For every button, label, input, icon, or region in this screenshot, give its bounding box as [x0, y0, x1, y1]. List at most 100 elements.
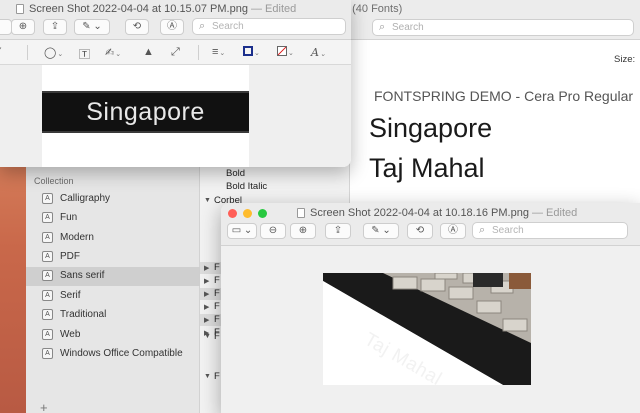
window-title-filename: Screen Shot 2022-04-04 at 10.15.07 PM.pn…	[29, 3, 248, 15]
disclosure-open-icon[interactable]: ▼	[204, 373, 211, 380]
preview-font-name: FONTSPRING DEMO - Cera Pro Regular	[374, 88, 634, 104]
collection-item-traditional[interactable]: A Traditional	[26, 306, 200, 325]
disclosure-closed-icon[interactable]: ▶	[204, 264, 209, 272]
font-family-row[interactable]: F	[214, 288, 220, 299]
singapore-screenshot-image: Singapore	[42, 65, 249, 167]
zoom-button[interactable]	[258, 209, 267, 218]
preview-2-canvas: Taj Mahal	[221, 246, 640, 413]
font-family-row[interactable]: F	[214, 275, 220, 286]
preview-2-search-field[interactable]: ⌕ Search	[472, 222, 628, 239]
collection-label: PDF	[60, 251, 80, 262]
add-collection-icon[interactable]: +	[40, 400, 48, 413]
magnifier-icon: ⌕	[199, 20, 206, 32]
font-style-icon[interactable]: A⌄	[311, 46, 326, 59]
document-icon	[297, 208, 305, 218]
collection-icon: A	[42, 212, 53, 223]
disclosure-closed-icon[interactable]: ▶	[204, 316, 209, 324]
toolbar-separator	[27, 45, 28, 60]
fill-color-swatch	[277, 46, 287, 56]
singapore-sign-text: Singapore	[86, 98, 205, 126]
disclosure-closed-icon[interactable]: ▶	[204, 303, 209, 311]
collection-icon: A	[42, 270, 53, 281]
singapore-sign-band: Singapore	[42, 91, 249, 133]
disclosure-open-icon[interactable]: ▼	[204, 333, 211, 340]
collection-icon: A	[42, 329, 53, 340]
fill-color-icon[interactable]: ⌄	[277, 46, 294, 58]
disclosure-closed-icon[interactable]: ▶	[204, 290, 209, 298]
window-title: Screen Shot 2022-04-04 at 10.15.07 PM.pn…	[29, 3, 296, 15]
preview-window-2-titlebar: Screen Shot 2022-04-04 at 10.18.16 PM.pn…	[221, 203, 640, 246]
font-family-row[interactable]: F	[214, 301, 220, 312]
markup-pen-icon[interactable]: ✎ ⌄	[363, 223, 399, 239]
preview-1-canvas: Singapore	[0, 65, 351, 167]
collection-icon: A	[42, 309, 53, 320]
window-title-filename: Screen Shot 2022-04-04 at 10.18.16 PM.pn…	[310, 207, 529, 219]
close-button[interactable]	[228, 209, 237, 218]
share-icon[interactable]: ⇪	[43, 19, 67, 35]
collection-item-calligraphy[interactable]: A Calligraphy	[26, 190, 200, 209]
preview-window-1-titlebar: Screen Shot 2022-04-04 at 10.15.07 PM.pn…	[0, 0, 351, 40]
preview-1-search-field[interactable]: ⌕ Search	[192, 18, 346, 35]
collection-label: Calligraphy	[60, 193, 111, 204]
font-family-row[interactable]: F	[214, 262, 220, 273]
sign-icon[interactable]: ✍⌄	[105, 46, 121, 59]
rotate-icon[interactable]: ⟲	[407, 223, 433, 239]
font-book-title: f (40 Fonts)	[346, 3, 403, 15]
search-placeholder: Search	[212, 21, 244, 32]
collection-icon: A	[42, 193, 53, 204]
collection-label: Fun	[60, 212, 78, 223]
font-style-bold[interactable]: Bold	[226, 168, 245, 179]
font-style-bold-italic[interactable]: Bold Italic	[226, 181, 267, 192]
border-color-icon[interactable]: ⌄	[243, 46, 260, 58]
collection-item-sans-serif[interactable]: A Sans serif	[26, 267, 200, 286]
dark-tile	[473, 273, 503, 287]
resize-icon[interactable]: ⤢	[171, 46, 180, 59]
preview-window-1: Screen Shot 2022-04-04 at 10.15.07 PM.pn…	[0, 0, 351, 167]
collection-header: Collection	[34, 176, 74, 186]
markup-toolbar: ∕ ◯⌄ 🅃 ✍⌄ ▲ ⤢ ≡⌄ ⌄ ⌄ A⌄	[0, 40, 351, 65]
collection-item-fun[interactable]: A Fun	[26, 209, 200, 228]
font-book-search-field[interactable]: ⌕ Search	[372, 19, 634, 36]
minimize-button[interactable]	[243, 209, 252, 218]
share-icon[interactable]: ⇪	[325, 223, 351, 239]
magnifier-icon: ⌕	[479, 224, 486, 236]
zoom-out-icon[interactable]: ⊖	[260, 223, 286, 239]
zoom-in-icon[interactable]: ⊕	[290, 223, 316, 239]
adjust-color-icon[interactable]: ▲	[143, 46, 154, 58]
border-color-swatch	[243, 46, 253, 56]
collection-label: Windows Office Compatible	[60, 348, 183, 359]
collection-label: Web	[60, 329, 81, 340]
search-placeholder: Search	[492, 225, 524, 236]
font-family-row[interactable]: F	[214, 331, 220, 342]
brown-tile	[509, 273, 531, 289]
magnifier-icon: ⌕	[379, 21, 386, 33]
font-family-row[interactable]: F	[214, 314, 220, 325]
annotate-icon[interactable]: Ⓐ	[160, 19, 184, 35]
collection-label: Serif	[60, 290, 81, 301]
edited-label: — Edited	[251, 3, 297, 15]
collection-item-windows-office[interactable]: A Windows Office Compatible	[26, 345, 200, 364]
preview-sample-1: Singapore	[369, 113, 493, 143]
preview-sample-2: Taj Mahal	[369, 153, 485, 183]
collection-item-web[interactable]: A Web	[26, 326, 200, 345]
edited-label: — Edited	[532, 207, 578, 219]
font-book-search-placeholder: Search	[392, 22, 424, 33]
zoom-in-icon[interactable]: ⊕	[11, 19, 35, 35]
collection-item-pdf[interactable]: A PDF	[26, 248, 200, 267]
rotate-icon[interactable]: ⟲	[125, 19, 149, 35]
disclosure-closed-icon[interactable]: ▶	[204, 277, 209, 285]
collection-item-serif[interactable]: A Serif	[26, 287, 200, 306]
sidebar-icon[interactable]: ▭ ⌄	[227, 223, 257, 239]
shapes-icon[interactable]: ◯⌄	[44, 46, 63, 59]
markup-pen-icon[interactable]: ✎ ⌄	[74, 19, 110, 35]
collection-item-modern[interactable]: A Modern	[26, 229, 200, 248]
disclosure-open-icon[interactable]: ▼	[204, 197, 211, 204]
line-style-icon[interactable]: ≡⌄	[212, 46, 225, 58]
annotate-icon[interactable]: Ⓐ	[440, 223, 466, 239]
collection-label: Sans serif	[60, 270, 105, 281]
collection-label: Traditional	[60, 309, 107, 320]
font-family-row[interactable]: F	[214, 371, 220, 382]
text-box-icon[interactable]: 🅃	[79, 46, 90, 62]
collection-icon: A	[42, 251, 53, 262]
toolbar-separator	[198, 45, 199, 60]
